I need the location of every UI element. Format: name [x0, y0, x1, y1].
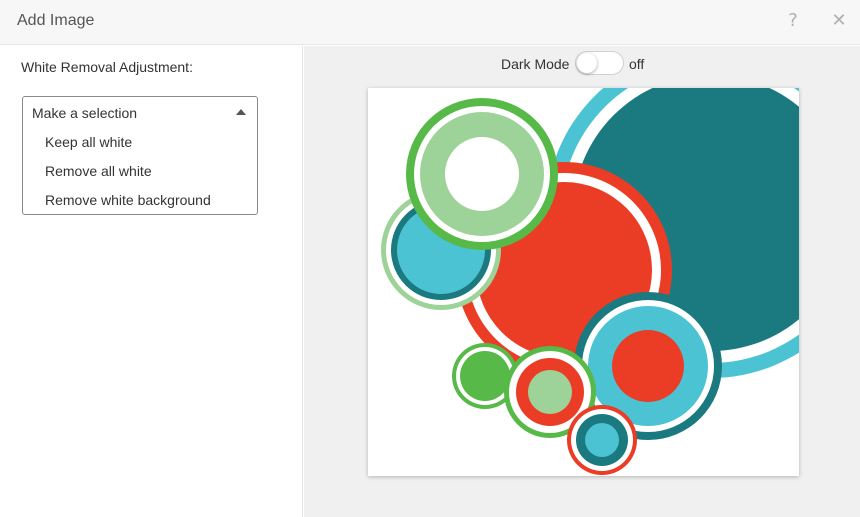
dark-mode-label: Dark Mode — [501, 56, 570, 72]
circle-shape — [528, 370, 572, 414]
select-placeholder: Make a selection — [32, 105, 138, 121]
help-icon[interactable]: ? — [784, 10, 802, 32]
circle-shape — [585, 423, 619, 457]
option-label: Keep all white — [45, 134, 133, 150]
caret-up-icon — [236, 109, 246, 115]
option-remove-white-background[interactable]: Remove white background — [24, 185, 256, 214]
option-label: Remove white background — [45, 192, 211, 208]
preview-panel: Dark Mode off — [304, 46, 860, 517]
circles-artwork — [381, 88, 799, 475]
options-panel: White Removal Adjustment: Make a selecti… — [0, 46, 303, 517]
white-removal-select[interactable]: Make a selection Keep all white Remove a… — [22, 96, 258, 215]
close-icon[interactable]: ✕ — [829, 10, 849, 32]
circle-shape — [445, 137, 519, 211]
circle-shape — [612, 330, 684, 402]
dark-mode-toggle[interactable] — [575, 51, 624, 75]
option-remove-all-white[interactable]: Remove all white — [24, 156, 256, 185]
preview-image — [368, 88, 799, 476]
option-label: Remove all white — [45, 163, 152, 179]
white-removal-label: White Removal Adjustment: — [21, 59, 193, 75]
dialog-title: Add Image — [17, 12, 95, 29]
select-header[interactable]: Make a selection — [23, 97, 257, 127]
toggle-knob — [577, 53, 597, 73]
dark-mode-state: off — [629, 56, 645, 72]
option-keep-all-white[interactable]: Keep all white — [24, 127, 256, 156]
circle-shape — [460, 351, 510, 401]
dialog-titlebar: Add Image ? ✕ — [0, 0, 860, 45]
add-image-dialog: Add Image ? ✕ White Removal Adjustment: … — [0, 0, 860, 517]
